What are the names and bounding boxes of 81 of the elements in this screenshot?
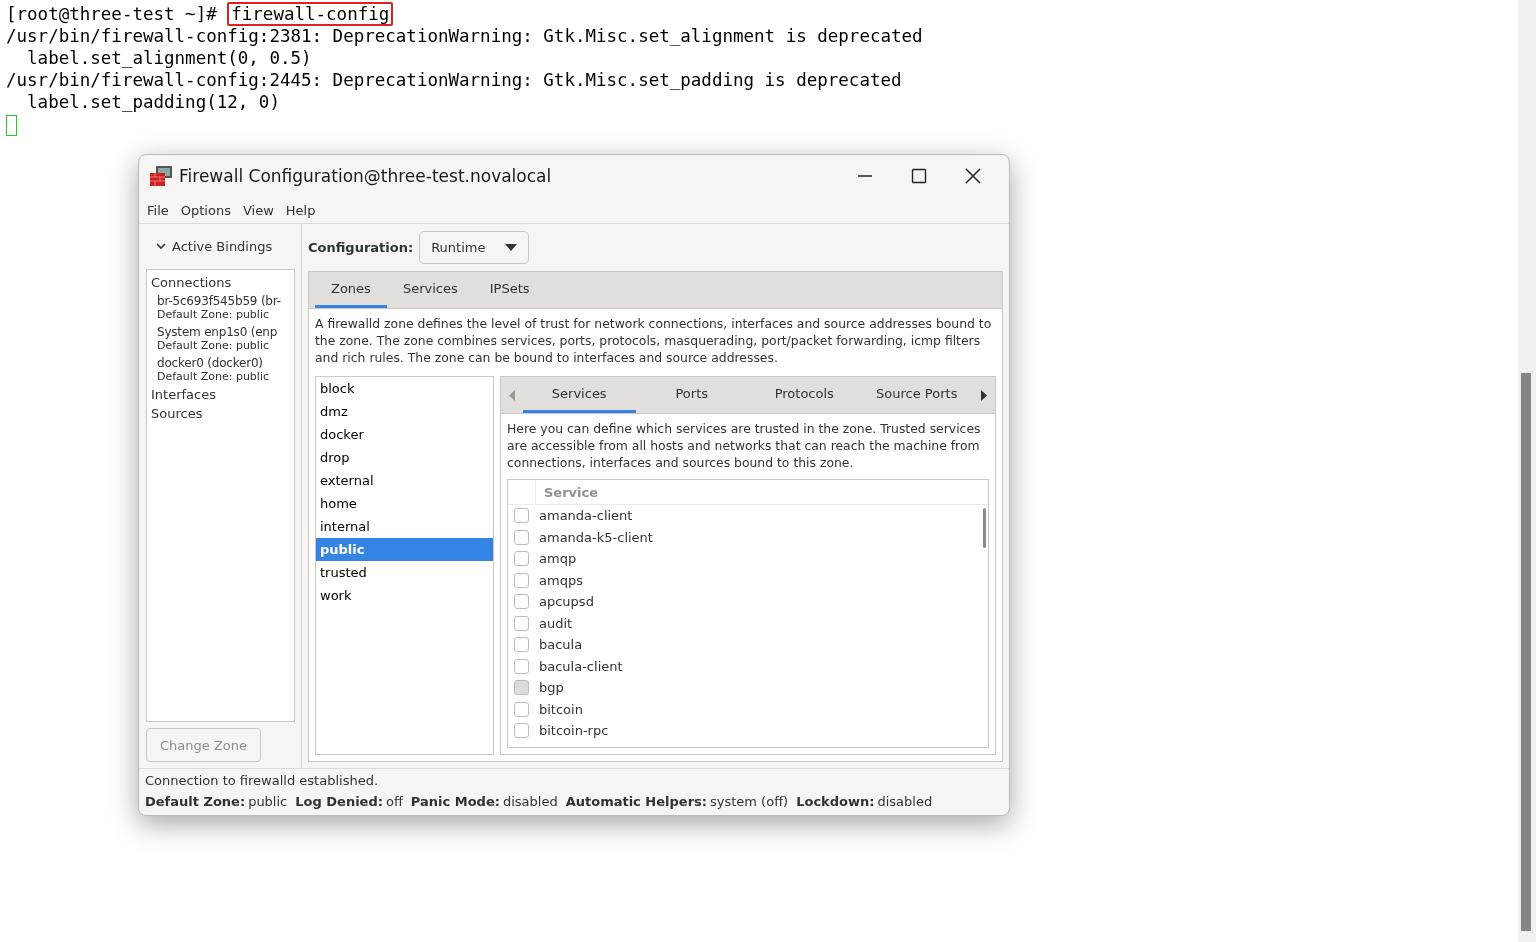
service-checkbox[interactable] [514, 615, 529, 631]
zone-item[interactable]: trusted [316, 561, 493, 584]
service-name: bitcoin [539, 701, 583, 717]
configuration-dropdown[interactable]: Runtime [419, 230, 530, 264]
tab[interactable]: Zones [315, 272, 387, 308]
service-checkbox[interactable] [514, 658, 529, 674]
configuration-label: Configuration: [308, 239, 414, 255]
connection-zone: Default Zone: public [157, 308, 270, 321]
services-description: Here you can define which services are trusted in the zone. Trusted services are accessible from all hosts and networks that can reach the machine from connections, interfaces and sources bound to this zone. [506, 420, 982, 472]
tab[interactable]: Source Ports [860, 377, 973, 413]
connection-zone: Default Zone: public [157, 339, 270, 352]
scroll-left-icon[interactable] [509, 389, 515, 401]
service-name: amqp [539, 551, 577, 567]
zone-item[interactable]: internal [316, 515, 493, 538]
zone-item[interactable]: dmz [316, 400, 493, 423]
dropdown-caret-icon [505, 243, 518, 251]
menu-item[interactable]: File [141, 202, 175, 218]
terminal-command: firewall-config [227, 2, 394, 26]
service-checkbox[interactable] [514, 594, 529, 610]
service-name: amanda-k5-client [539, 529, 653, 545]
zone-item[interactable]: work [316, 584, 493, 607]
bindings-section[interactable]: Interfaces [147, 385, 294, 404]
menu-item[interactable]: Help [279, 202, 322, 218]
service-checkbox[interactable] [514, 680, 529, 696]
service-name: amanda-client [539, 508, 633, 524]
service-checkbox[interactable] [514, 572, 529, 588]
bindings-section[interactable]: Connections [147, 273, 294, 292]
service-name: audit [539, 615, 573, 631]
menu-item[interactable]: Options [174, 202, 237, 218]
service-name: bacula-client [539, 658, 623, 674]
terminal-cursor [6, 115, 17, 136]
tab[interactable]: Services [523, 377, 636, 413]
status-item: Default Zone: public [145, 794, 288, 809]
service-name: bacula [539, 637, 583, 653]
scroll-right-icon[interactable] [981, 389, 987, 401]
active-bindings-toggle[interactable]: Active Bindings [146, 231, 295, 261]
status-message: Connection to firewalld established. [145, 773, 380, 788]
connection-name[interactable]: System enp1s0 (enp [157, 325, 294, 339]
firewall-brick-icon [149, 165, 173, 187]
close-icon [964, 167, 982, 185]
service-name: apcupsd [539, 594, 594, 610]
service-checkbox[interactable] [514, 551, 529, 567]
zone-description: A firewalld zone defines the level of trust for network connections, interfaces and source addresses bound to the zone. The zone combines services, ports, protocols, masquerading, port/packet forwarding, icmp filters and rich rules. The zone can be bound to interfaces and source addresses. [314, 315, 993, 367]
terminal-prompt: [root@three-test ~]# [6, 4, 218, 24]
service-checkbox[interactable] [514, 723, 529, 739]
connection-zone: Default Zone: public [157, 370, 270, 383]
scrollbar-thumb[interactable] [1521, 373, 1531, 931]
status-item: Lockdown: disabled [796, 794, 933, 809]
maximize-icon [911, 168, 927, 184]
window-title: Firewall Configuration@three-test.novalocal [179, 166, 553, 186]
chevron-icon [156, 241, 166, 251]
zone-item[interactable]: home [316, 492, 493, 515]
terminal-output-line: label.set_padding(12, 0) [26, 91, 281, 113]
service-name: bgp [539, 680, 564, 696]
zone-item[interactable]: block [316, 377, 493, 400]
connection-name[interactable]: br-5c693f545b59 (br- [157, 294, 294, 308]
service-checkbox[interactable] [514, 529, 529, 545]
service-checkbox[interactable] [514, 701, 529, 717]
zone-item[interactable]: public [316, 538, 493, 561]
status-item: Panic Mode: disabled [410, 794, 558, 809]
zone-item[interactable]: external [316, 469, 493, 492]
status-item: Automatic Helpers: system (off) [565, 794, 789, 809]
terminal-output-line: /usr/bin/firewall-config:2381: DeprecationWarning: Gtk.Misc.set_alignment is deprecated [6, 25, 924, 47]
zone-item[interactable]: docker [316, 423, 493, 446]
zone-item[interactable]: drop [316, 446, 493, 469]
connection-name[interactable]: docker0 (docker0) [157, 356, 294, 370]
service-checkbox[interactable] [514, 508, 529, 524]
tab[interactable]: Protocols [748, 377, 861, 413]
terminal-output-line: label.set_alignment(0, 0.5) [26, 47, 313, 69]
tab[interactable]: Ports [635, 377, 748, 413]
tab[interactable]: IPSets [473, 272, 546, 308]
tab[interactable]: Services [386, 272, 474, 308]
scrollbar-thumb[interactable] [983, 508, 986, 548]
menu-item[interactable]: View [236, 202, 280, 218]
service-name: amqps [539, 572, 583, 588]
bindings-section[interactable]: Sources [147, 404, 294, 423]
terminal-output-line: /usr/bin/firewall-config:2445: DeprecationWarning: Gtk.Misc.set_padding is deprecated [6, 69, 903, 91]
status-item: Log Denied: off [295, 794, 403, 809]
service-checkbox[interactable] [514, 637, 529, 653]
minimize-icon [858, 175, 872, 177]
service-name: bitcoin-rpc [539, 723, 609, 739]
